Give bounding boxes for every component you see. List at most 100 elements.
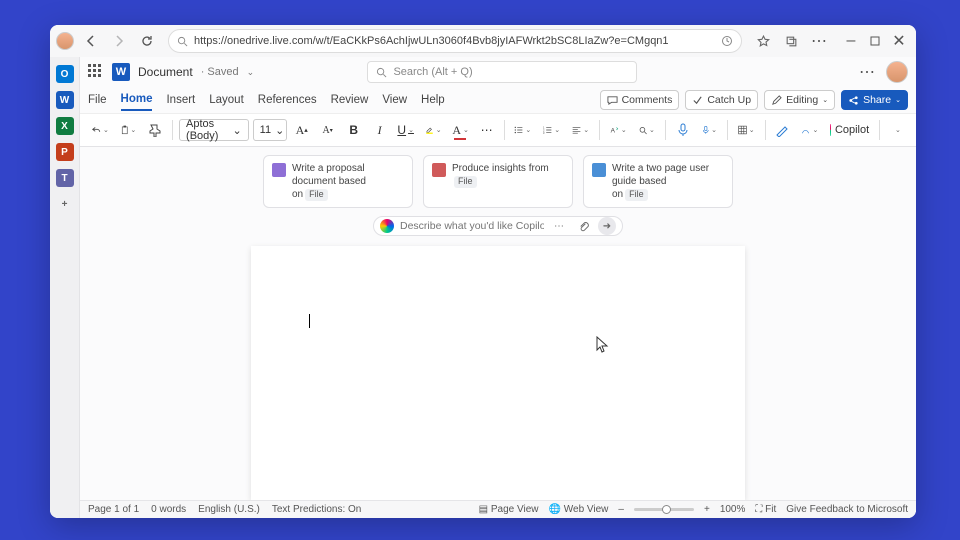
search-box[interactable]: Search (Alt + Q)	[367, 61, 637, 83]
favorite-button[interactable]	[752, 30, 774, 52]
file-tag: File	[305, 189, 328, 201]
rail-outlook[interactable]: O	[56, 65, 74, 83]
user-avatar[interactable]	[886, 61, 908, 83]
paste-button[interactable]: ⌄	[117, 118, 140, 142]
chevron-down-icon[interactable]: ⌄	[247, 67, 255, 78]
bold-button[interactable]: B	[343, 118, 365, 142]
back-button[interactable]	[80, 30, 102, 52]
copilot-suggestion-1[interactable]: Produce insights from File	[423, 155, 573, 208]
document-page[interactable]	[251, 246, 745, 500]
search-icon	[177, 36, 188, 47]
browser-window: ⋯ – ✕ OWXPT + W Document · Saved ⌄ Search…	[50, 25, 916, 518]
ribbon-toolbar: ⌄ ⌄ Aptos (Body)⌄ 11⌄ A▴ A▾ B I U⌄ ⌄ A⌄ …	[80, 113, 916, 147]
copilot-prompt-bar[interactable]: ⋯ ➜	[373, 216, 623, 236]
rail-teams[interactable]: T	[56, 169, 74, 187]
share-button[interactable]: Share⌄	[841, 90, 908, 110]
more-font-button[interactable]: ⋯	[476, 118, 498, 142]
dictate-button[interactable]	[672, 118, 694, 142]
italic-button[interactable]: I	[369, 118, 391, 142]
url-input[interactable]	[194, 35, 715, 47]
share-icon	[848, 95, 859, 106]
editing-mode-button[interactable]: Editing⌄	[764, 90, 835, 110]
app-header: W Document · Saved ⌄ Search (Alt + Q) ⋯	[80, 57, 916, 87]
fit-button[interactable]: ⛶ Fit	[755, 504, 776, 515]
zoom-in-button[interactable]: +	[704, 504, 710, 515]
highlight-button[interactable]: ⌄	[421, 118, 446, 142]
copilot-prompt-input[interactable]	[400, 220, 544, 232]
zoom-out-button[interactable]: –	[618, 504, 624, 515]
ribbon-overflow-button[interactable]: ⌄	[886, 118, 908, 142]
rail-add[interactable]: +	[56, 195, 74, 213]
web-view-button[interactable]: 🌐 Web View	[549, 504, 609, 515]
prompt-send-button[interactable]: ➜	[598, 217, 616, 235]
draw-button[interactable]: ⌄	[797, 118, 822, 142]
app-launcher-icon[interactable]	[88, 64, 104, 80]
tab-file[interactable]: File	[88, 90, 107, 110]
rail-excel[interactable]: X	[56, 117, 74, 135]
find-button[interactable]: ⌄	[635, 118, 659, 142]
status-bar: Page 1 of 1 0 words English (U.S.) Text …	[80, 500, 916, 518]
font-name-select[interactable]: Aptos (Body)⌄	[179, 119, 249, 141]
browser-more-button[interactable]: ⋯	[808, 30, 830, 52]
prompt-more-button[interactable]: ⋯	[550, 217, 568, 235]
copilot-suggestion-0[interactable]: Write a proposal document based onFile	[263, 155, 413, 208]
catchup-icon	[692, 95, 703, 106]
document-name[interactable]: Document	[138, 65, 193, 79]
refresh-button[interactable]	[136, 30, 158, 52]
collections-button[interactable]	[780, 30, 802, 52]
profile-avatar[interactable]	[56, 32, 74, 50]
tracking-icon[interactable]	[721, 35, 733, 47]
bullets-button[interactable]: ⌄	[510, 118, 535, 142]
tab-home[interactable]: Home	[121, 89, 153, 111]
close-button[interactable]: ✕	[888, 30, 910, 52]
svg-text:A: A	[610, 128, 615, 135]
tab-layout[interactable]: Layout	[209, 90, 244, 110]
browser-titlebar: ⋯ – ✕	[50, 25, 916, 57]
maximize-button[interactable]	[864, 30, 886, 52]
tab-help[interactable]: Help	[421, 90, 445, 110]
catchup-button[interactable]: Catch Up	[685, 90, 758, 110]
tab-view[interactable]: View	[382, 90, 407, 110]
font-color-button[interactable]: A⌄	[450, 118, 472, 142]
page-view-button[interactable]: ▤ Page View	[479, 504, 539, 515]
numbering-button[interactable]: 123⌄	[539, 118, 564, 142]
minimize-button[interactable]: –	[840, 30, 862, 52]
grow-font-button[interactable]: A▴	[291, 118, 313, 142]
address-bar[interactable]	[168, 29, 742, 53]
ink-button[interactable]	[771, 118, 793, 142]
format-painter-button[interactable]	[144, 118, 166, 142]
prompt-attach-button[interactable]	[574, 217, 592, 235]
forward-button[interactable]	[108, 30, 130, 52]
text-cursor	[309, 314, 310, 328]
shrink-font-button[interactable]: A▾	[317, 118, 339, 142]
undo-button[interactable]: ⌄	[88, 118, 113, 142]
document-canvas: Write a proposal document based onFilePr…	[80, 147, 916, 500]
table-button[interactable]: ⌄	[734, 118, 759, 142]
underline-button[interactable]: U⌄	[395, 118, 417, 142]
header-more-button[interactable]: ⋯	[856, 61, 878, 83]
file-tag: File	[625, 189, 648, 201]
voice-button[interactable]: ⌄	[698, 118, 721, 142]
status-predictions[interactable]: Text Predictions: On	[272, 504, 361, 515]
feedback-link[interactable]: Give Feedback to Microsoft	[786, 504, 908, 515]
zoom-level[interactable]: 100%	[720, 504, 746, 515]
rail-powerpoint[interactable]: P	[56, 143, 74, 161]
font-size-select[interactable]: 11⌄	[253, 119, 287, 141]
search-placeholder: Search (Alt + Q)	[393, 66, 472, 78]
rail-word[interactable]: W	[56, 91, 74, 109]
align-button[interactable]: ⌄	[568, 118, 593, 142]
styles-button[interactable]: A⌄	[606, 118, 631, 142]
ribbon-tabs: File Home Insert Layout References Review View…	[80, 87, 916, 113]
zoom-slider[interactable]	[634, 508, 694, 511]
file-tag: File	[454, 176, 477, 188]
comments-button[interactable]: Comments	[600, 90, 680, 110]
tab-insert[interactable]: Insert	[166, 90, 195, 110]
status-words[interactable]: 0 words	[151, 504, 186, 515]
status-language[interactable]: English (U.S.)	[198, 504, 260, 515]
copilot-ribbon-button[interactable]: Copilot	[826, 118, 873, 142]
copilot-suggestion-2[interactable]: Write a two page user guide based onFile	[583, 155, 733, 208]
tab-references[interactable]: References	[258, 90, 317, 110]
copilot-icon	[830, 124, 831, 136]
status-page[interactable]: Page 1 of 1	[88, 504, 139, 515]
tab-review[interactable]: Review	[331, 90, 369, 110]
